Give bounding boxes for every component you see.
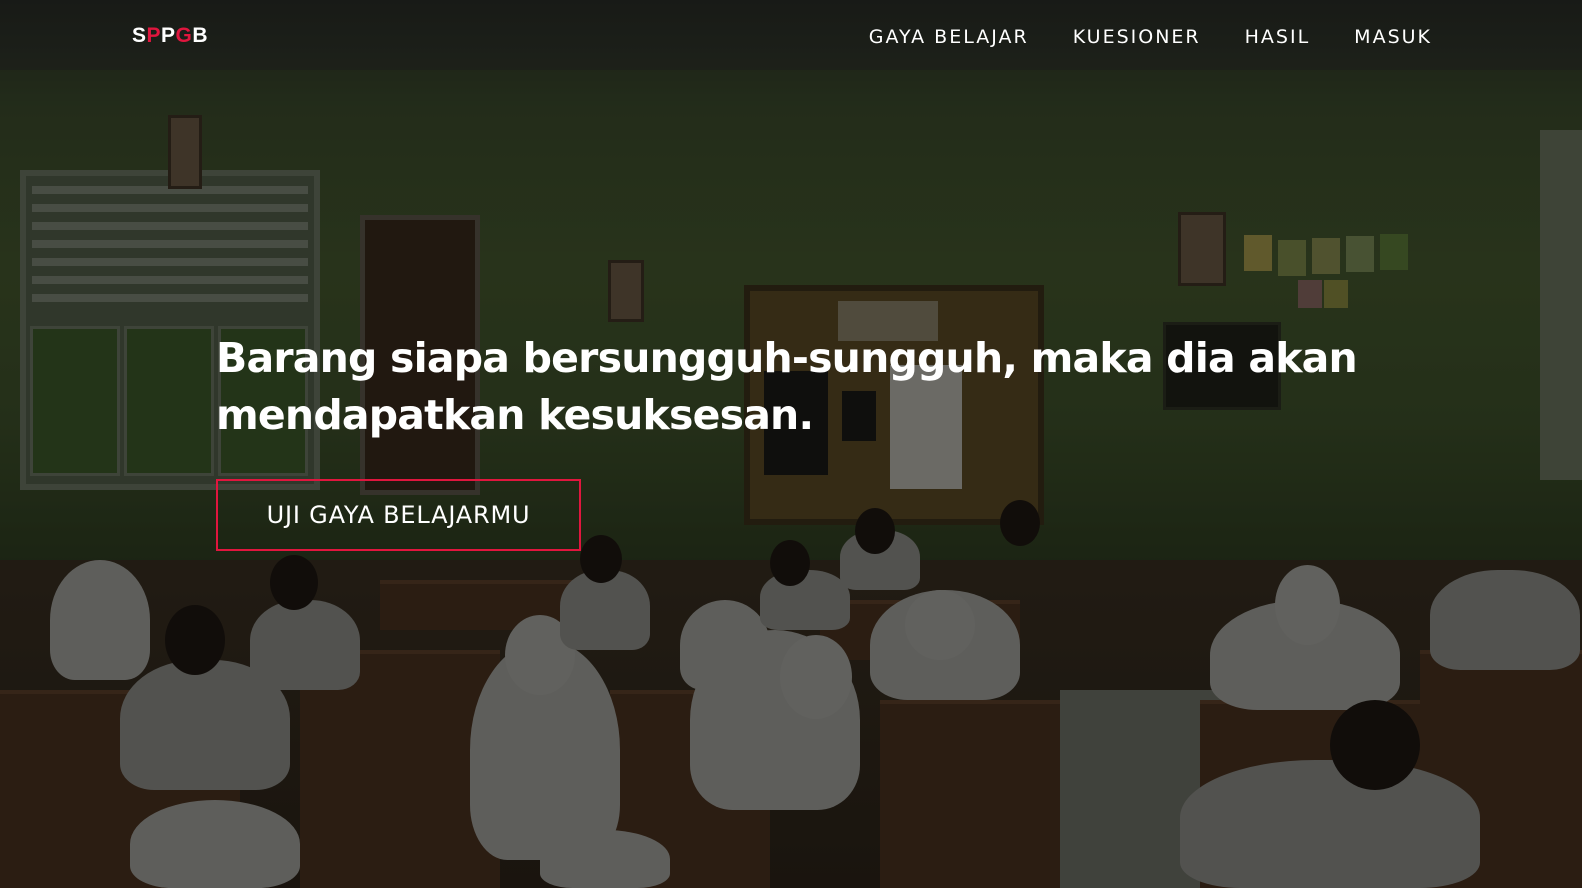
cta-button[interactable]: UJI GAYA BELAJARMU: [216, 479, 581, 551]
hero-background-image: [0, 0, 1582, 888]
nav-item-kuesioner[interactable]: KUESIONER: [1073, 26, 1201, 48]
nav-menu: GAYA BELAJAR KUESIONER HASIL MASUK: [869, 26, 1432, 48]
nav-item-hasil[interactable]: HASIL: [1245, 26, 1311, 48]
brand-letter-p1: P: [146, 24, 162, 47]
brand-letter-b: B: [192, 24, 209, 47]
navbar: SPPGB GAYA BELAJAR KUESIONER HASIL MASUK: [0, 0, 1582, 72]
nav-item-gaya-belajar[interactable]: GAYA BELAJAR: [869, 26, 1029, 48]
brand-letter-g: G: [175, 24, 193, 47]
brand-letter-p2: P: [161, 24, 176, 47]
brand-letter-s: S: [132, 24, 147, 47]
nav-item-masuk[interactable]: MASUK: [1354, 26, 1432, 48]
brand-logo[interactable]: SPPGB: [132, 24, 208, 48]
hero-headline: Barang siapa bersungguh-sungguh, maka di…: [216, 334, 1358, 439]
